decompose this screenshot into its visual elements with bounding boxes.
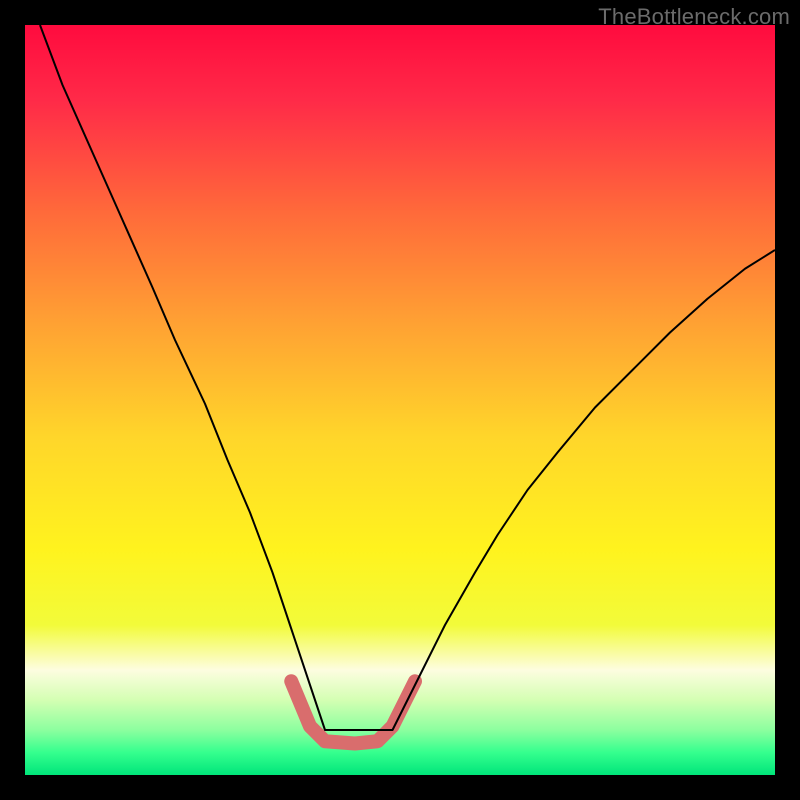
curve-layer <box>25 25 775 775</box>
chart-frame: TheBottleneck.com <box>0 0 800 800</box>
plot-area <box>25 25 775 775</box>
watermark-text: TheBottleneck.com <box>598 4 790 30</box>
bottleneck-curve-path <box>40 25 775 730</box>
trough-highlight-path <box>291 681 415 743</box>
